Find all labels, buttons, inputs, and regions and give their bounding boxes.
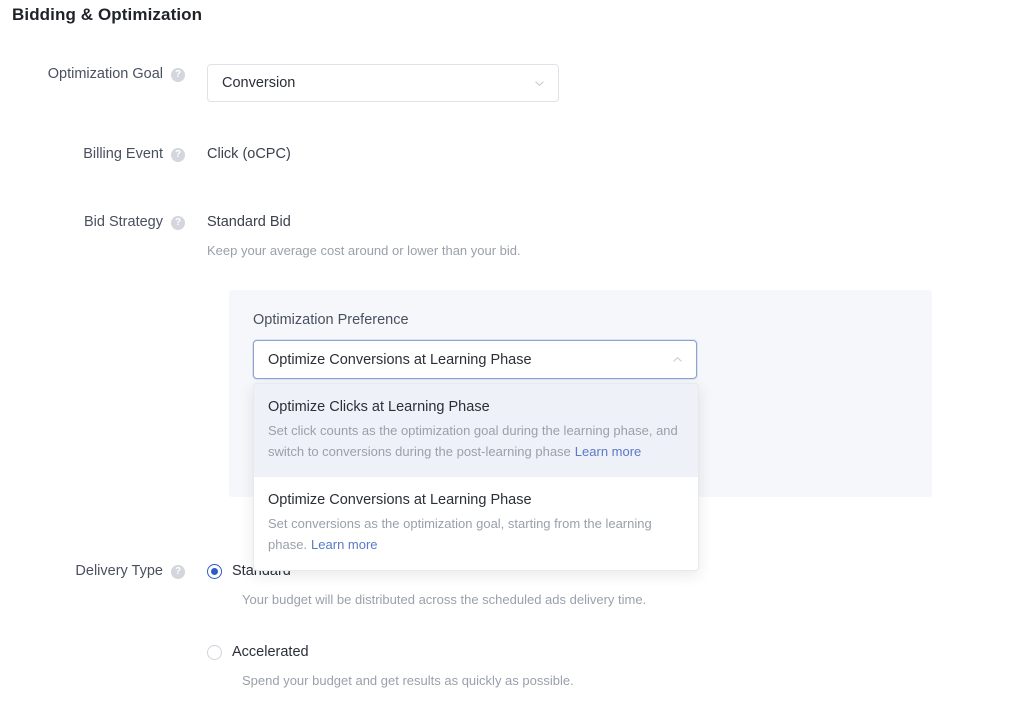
optimization-preference-value: Optimize Conversions at Learning Phase [268,351,532,368]
optimization-preference-title: Optimization Preference [253,312,409,328]
help-icon[interactable]: ? [171,565,185,579]
chevron-up-icon [671,353,684,366]
chevron-down-icon [533,77,546,90]
delivery-type-label-text: Delivery Type [75,563,163,579]
billing-event-row: Billing Event? Click (oCPC) [0,144,291,164]
bid-strategy-label-text: Bid Strategy [84,214,163,230]
optimization-goal-select[interactable]: Conversion [207,64,559,102]
billing-event-field: Click (oCPC) [207,144,291,164]
dropdown-option-title: Optimize Conversions at Learning Phase [268,492,532,508]
radio-standard-description: Your budget will be distributed across t… [242,592,647,607]
radio-accelerated-description: Spend your budget and get results as qui… [242,673,574,688]
billing-event-label: Billing Event? [0,144,185,162]
bid-strategy-hint: Keep your average cost around or lower t… [207,243,521,258]
dropdown-option-description: Set conversions as the optimization goal… [268,513,684,555]
optimization-preference-select[interactable]: Optimize Conversions at Learning Phase [253,340,697,379]
radio-standard[interactable] [207,564,222,579]
help-icon[interactable]: ? [171,148,185,162]
delivery-type-label: Delivery Type? [0,561,185,579]
optimization-goal-value: Conversion [222,75,296,91]
dropdown-option-optimize-clicks[interactable]: Optimize Clicks at Learning Phase Set cl… [254,384,698,477]
billing-event-label-text: Billing Event [83,146,163,162]
delivery-type-option-accelerated[interactable]: Accelerated [207,642,646,662]
dropdown-option-optimize-conversions[interactable]: Optimize Conversions at Learning Phase S… [254,477,698,570]
dropdown-option-title: Optimize Clicks at Learning Phase [268,399,490,415]
learn-more-link[interactable]: Learn more [575,444,641,459]
optimization-goal-field: Conversion [207,64,559,102]
billing-event-value: Click (oCPC) [207,146,291,162]
optimization-goal-row: Optimization Goal? Conversion [0,64,559,102]
delivery-type-row: Delivery Type? Standard Your budget will… [0,561,646,691]
radio-accelerated[interactable] [207,645,222,660]
help-icon[interactable]: ? [171,216,185,230]
bid-strategy-row: Bid Strategy? Standard Bid Keep your ave… [0,212,521,261]
bid-strategy-field: Standard Bid Keep your average cost arou… [207,212,521,261]
learn-more-link[interactable]: Learn more [311,537,377,552]
optimization-preference-dropdown: Optimize Clicks at Learning Phase Set cl… [253,383,699,571]
optimization-goal-label: Optimization Goal? [0,64,185,82]
page-title: Bidding & Optimization [12,5,203,24]
dropdown-option-description: Set click counts as the optimization goa… [268,420,684,462]
delivery-type-field: Standard Your budget will be distributed… [207,561,646,691]
radio-accelerated-label[interactable]: Accelerated [232,642,309,662]
bid-strategy-value: Standard Bid [207,214,291,230]
help-icon[interactable]: ? [171,68,185,82]
bid-strategy-label: Bid Strategy? [0,212,185,230]
optimization-goal-label-text: Optimization Goal [47,66,163,82]
